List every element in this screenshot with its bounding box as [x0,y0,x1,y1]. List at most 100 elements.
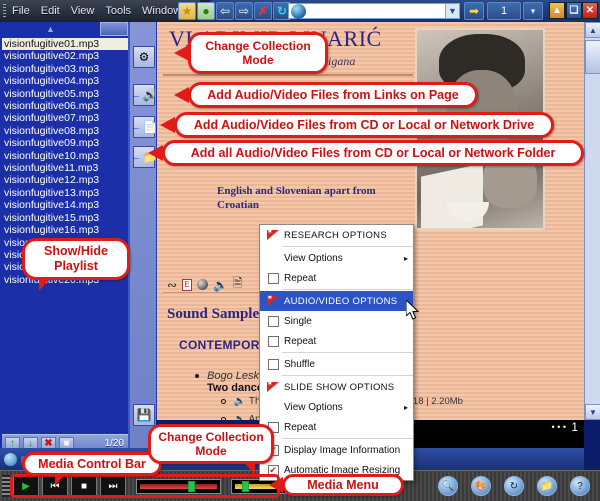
checkbox-icon[interactable] [267,315,279,327]
playlist-item[interactable]: visionfugitive10.mp3 [2,150,128,162]
back-icon[interactable]: ⇦ [216,2,234,20]
playlist-item[interactable]: visionfugitive11.mp3 [2,162,128,174]
go-button[interactable]: ➡ [464,2,484,20]
chevron-right-icon: ▸ [403,253,408,263]
status-globe-icon [4,452,17,466]
close-window-button[interactable]: ✕ [582,2,598,19]
scrollbar-thumb[interactable] [585,40,600,74]
page-note: English and Slovenian apart from Croatia… [217,185,376,211]
menu-separator [282,438,413,439]
playlist-items[interactable]: visionfugitive01.mp3 visionfugitive02.mp3… [2,38,128,433]
add-from-drive-button[interactable]: ← 📄 [130,116,157,138]
restore-window-button[interactable]: ▲ [549,2,565,19]
content-scrollbar[interactable]: ▲ ▼ [584,22,600,420]
context-menu-item[interactable]: ✔Display Image Information [260,440,413,460]
playlist-collapse-handle[interactable]: ▲ [46,24,55,34]
context-menu-item[interactable]: View Options ▸ [260,248,413,268]
colors-icon[interactable]: 🎨 [471,476,491,496]
help-icon[interactable]: ? [570,476,590,496]
left-arrow-icon: ← [130,121,142,133]
address-bar[interactable]: ▼ [288,3,460,19]
context-menu-item[interactable]: View Options ▸ [260,397,413,417]
media-context-menu[interactable]: RESEARCH OPTIONS View Options ▸ Repeat AUDIO… [259,224,414,481]
menu-item-edit[interactable]: Edit [41,5,60,17]
playlist-item[interactable]: visionfugitive04.mp3 [2,75,128,87]
favorites-star-icon[interactable]: ★ [178,2,196,20]
context-menu-item[interactable]: Repeat [260,268,413,288]
image-info-number: 1 [571,420,578,434]
image-info-dots: • • • [551,422,566,432]
playlist-item[interactable]: visionfugitive16.mp3 [2,224,128,236]
playlist-item[interactable]: visionfugitive01.mp3 [2,38,128,51]
checkbox-icon[interactable] [267,335,279,347]
playlist-item[interactable]: visionfugitive03.mp3 [2,63,128,75]
chevron-down-icon[interactable]: ▼ [445,4,459,18]
refresh-icon[interactable]: ↻ [504,476,524,496]
annotation-add-from-links: Add Audio/Video Files from Links on Page [174,82,478,108]
playlist-item[interactable]: visionfugitive05.mp3 [2,88,128,100]
folder-icon[interactable]: 📁 [537,476,557,496]
playlist-item[interactable]: visionfugitive02.mp3 [2,50,128,62]
menu-separator [282,289,413,290]
playlist-item[interactable]: visionfugitive06.mp3 [2,100,128,112]
page-number-field[interactable]: 1 [487,2,521,20]
menu-item-window[interactable]: Window [142,5,181,17]
context-menu-item[interactable]: Repeat [260,417,413,437]
home-green-icon[interactable]: ● [197,2,215,20]
divider [163,74,413,76]
menu-item-view[interactable]: View [71,5,95,17]
add-from-links-button[interactable]: ← 🔊 [130,84,157,106]
annotation-label: Media Control Bar [38,457,146,471]
context-menu-item[interactable]: Single [260,311,413,331]
context-menu-item[interactable]: SLIDE SHOW OPTIONS [260,377,413,397]
scroll-up-icon[interactable]: ▲ [585,22,600,38]
context-menu-item[interactable]: Shuffle [260,354,413,374]
browser-toolbar: ★ ● ⇦ ⇨ ✗ ↻ [178,2,291,20]
stop-icon[interactable]: ✗ [254,2,272,20]
context-menu-label: Display Image Information [284,444,401,456]
media-bar-grip-icon[interactable] [2,475,10,497]
playlist-item[interactable]: visionfugitive07.mp3 [2,112,128,124]
playlist-item[interactable]: visionfugitive09.mp3 [2,137,128,149]
menu-item-tools[interactable]: Tools [105,5,131,17]
scroll-down-icon[interactable]: ▼ [585,404,600,420]
menu-separator [282,246,413,247]
speaker-icon[interactable]: 🔈 [213,278,228,292]
media-bar-right-icons: 🔍 🎨 ↻ 📁 ? [429,476,600,496]
signature-icon: ∾ [167,277,178,292]
checkbox [262,335,284,347]
change-collection-mode-button[interactable]: ⚙ [133,46,155,68]
context-menu-label: RESEARCH OPTIONS [284,229,387,241]
search-icon[interactable]: 🔍 [438,476,458,496]
speaker-icon[interactable]: 🔈 [234,414,246,420]
maximize-window-button[interactable]: ❑ [566,2,582,19]
playlist-item[interactable]: visionfugitive14.mp3 [2,199,128,211]
checkbox-icon[interactable] [267,358,279,370]
playlist-item[interactable]: visionfugitive12.mp3 [2,174,128,186]
context-menu-item[interactable]: Repeat [260,331,413,351]
save-playlist-button[interactable]: 💾 [133,404,155,426]
address-input[interactable] [308,5,445,17]
menu-separator [282,375,413,376]
collection-mode-icon: ⚙ [138,50,150,64]
playlist-toggle-button[interactable] [100,22,128,36]
playlist-item[interactable]: visionfugitive15.mp3 [2,212,128,224]
context-menu-item[interactable]: RESEARCH OPTIONS [260,225,413,245]
context-menu-item[interactable]: AUDIO/VIDEO OPTIONS [260,291,413,311]
annotation-show-hide-playlist: Show/Hide Playlist [22,238,130,291]
annotation-change-collection-mode: Change Collection Mode [174,32,328,74]
playlist-item[interactable]: visionfugitive08.mp3 [2,125,128,137]
disc-icon[interactable] [197,279,209,290]
mouse-cursor-icon [406,300,420,320]
checkbox-icon[interactable] [267,272,279,284]
playlist-item[interactable]: visionfugitive13.mp3 [2,187,128,199]
page-dropdown-icon[interactable]: ▾ [523,2,543,20]
label-icon[interactable]: E [182,278,193,291]
left-arrow-icon: ← [130,89,142,101]
speaker-icon[interactable]: 🔈 [234,396,246,407]
section-flag-icon [262,229,284,241]
forward-icon[interactable]: ⇨ [235,2,253,20]
menu-item-file[interactable]: File [12,5,30,17]
context-menu-label: View Options [284,252,343,264]
menu-grip-icon[interactable] [3,4,6,18]
